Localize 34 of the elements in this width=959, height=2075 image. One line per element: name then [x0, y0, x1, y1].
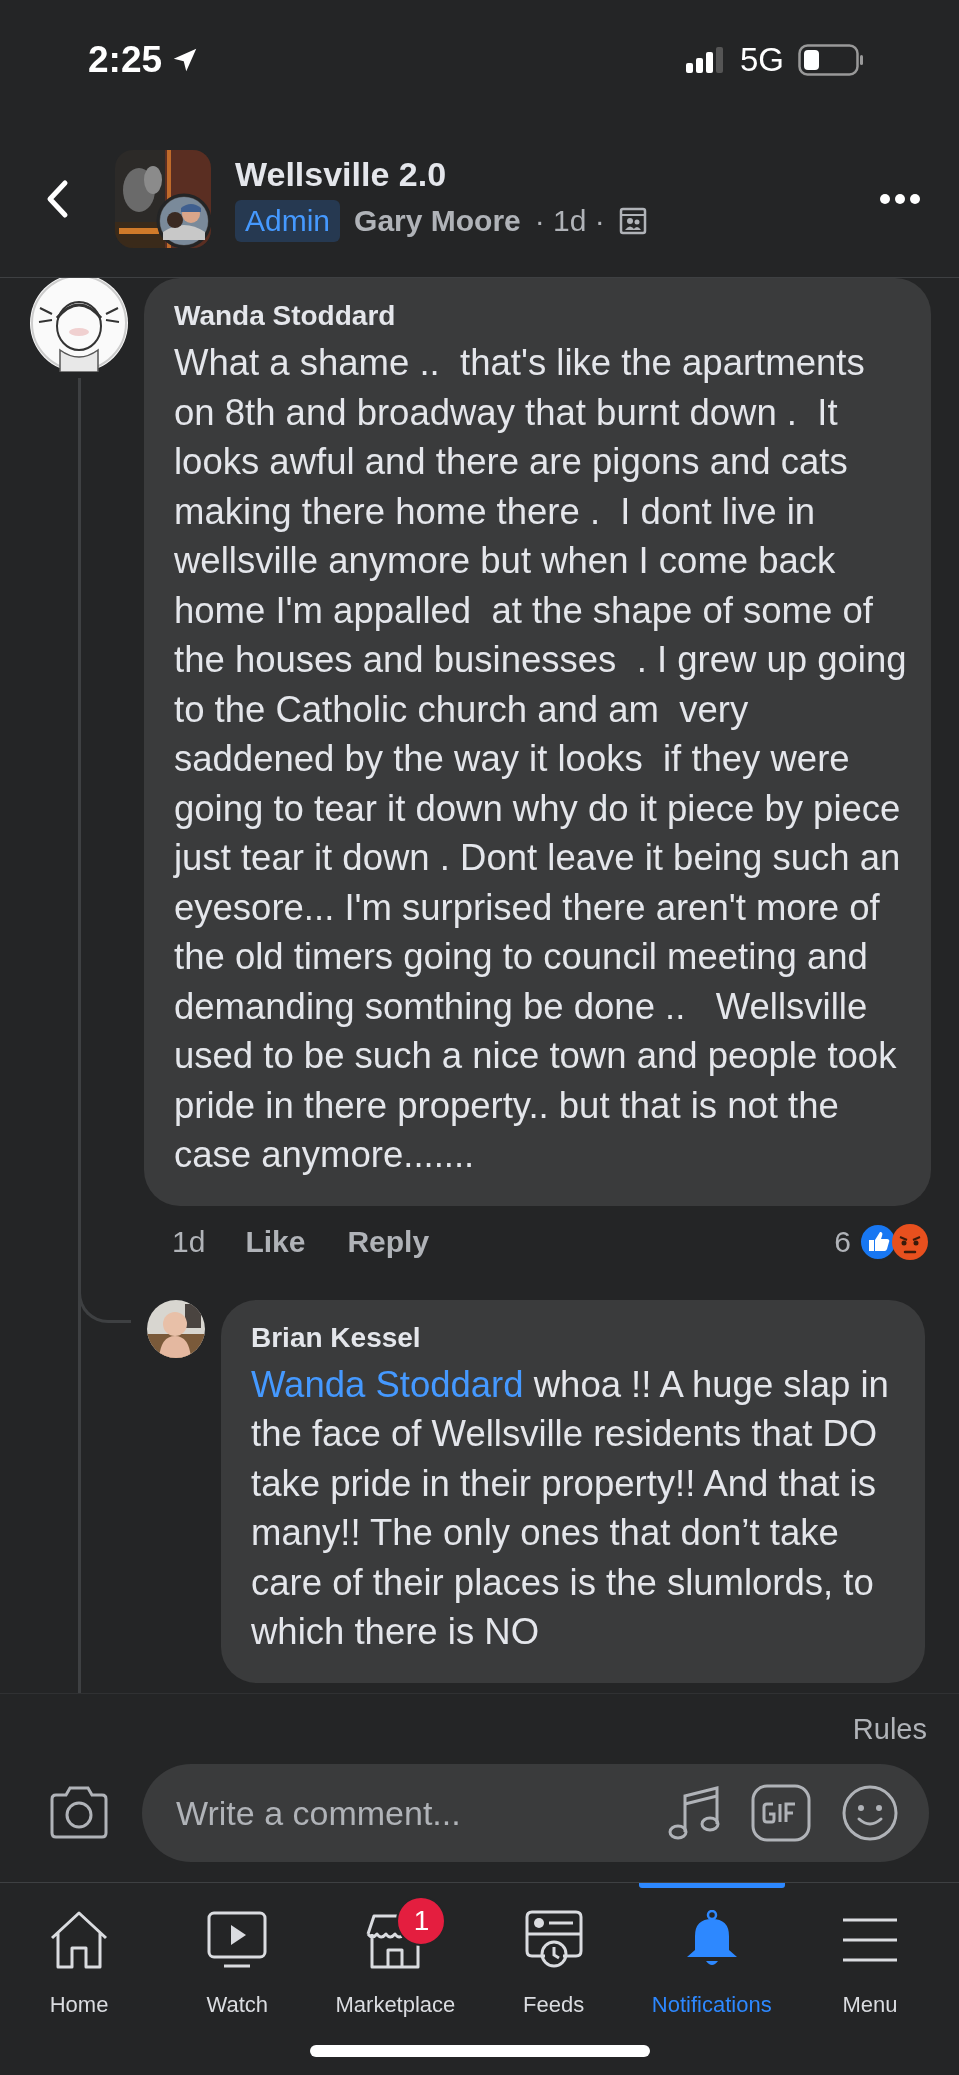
network-label: 5G — [739, 41, 784, 79]
emoji-icon[interactable] — [841, 1784, 899, 1842]
nav-tab[interactable]: Menu — [790, 1883, 950, 2075]
author-name[interactable]: Gary Moore — [354, 204, 521, 238]
signal-icon — [685, 47, 726, 73]
comment-input-field[interactable]: Write a comment... — [174, 1792, 637, 1834]
mention-link[interactable]: Wanda Stoddard — [251, 1363, 524, 1405]
comment-action-link[interactable]: Like — [245, 1224, 306, 1259]
rules-link[interactable]: Rules — [852, 1712, 927, 1746]
comment-text: What a shame .. that's like the apartments on 8th and broadway that burnt down . It looks awful and there are pigons and cats making there home there . I dont live in wellsville anymore but when I come back home I'm appalled at the shape of some of the houses and businesses . I grew up going to the Catholic church and am very saddened by the way it looks if they were going to tear it down why do it piece by piece just tear it down . Dont leave it being such an eyesore... I'm surprised there aren't more of the old timers going to council meeting and demanding somthing be done .. Wellsville used to be such a nice town and people took pride in there property.. but that is not the case anymore....... — [174, 341, 907, 1177]
group-name[interactable]: Wellsville 2.0 — [235, 155, 879, 194]
gif-icon[interactable] — [751, 1784, 811, 1842]
clock-time: 2:25 — [88, 39, 163, 81]
like-reaction-icon — [859, 1222, 897, 1261]
admin-badge: Admin — [235, 200, 341, 242]
commenter-name[interactable]: Brian Kessel — [251, 1321, 421, 1354]
nav-tab[interactable]: Watch — [158, 1883, 317, 2075]
more-options-icon[interactable] — [879, 192, 921, 205]
post-time: · 1d · — [534, 204, 605, 238]
reaction-count[interactable]: 6 — [834, 1224, 851, 1259]
reply-text: Wanda Stoddard whoa !! A huge slap in the face of Wellsville residents that DO take pride in their property!! And that is many!! The only ones that don’t take care of their places is the slumlords, to which there is NO — [251, 1362, 890, 1654]
group-audience-icon — [618, 207, 647, 235]
music-note-icon[interactable] — [667, 1784, 721, 1842]
camera-icon[interactable] — [48, 1785, 110, 1841]
video-icon — [206, 1910, 269, 1970]
nav-tab[interactable]: Feeds — [474, 1883, 633, 2075]
nav-tab[interactable]: Home — [0, 1883, 159, 2075]
nav-tab[interactable]: Notifications — [632, 1883, 791, 2075]
commenter-name[interactable]: Wanda Stoddard — [174, 300, 396, 332]
battery-icon — [798, 44, 864, 76]
comment-action-link[interactable]: Reply — [347, 1224, 430, 1259]
notification-badge: 1 — [396, 1896, 447, 1946]
angry-reaction-icon — [891, 1222, 929, 1261]
comment-time: 1d — [172, 1224, 206, 1259]
